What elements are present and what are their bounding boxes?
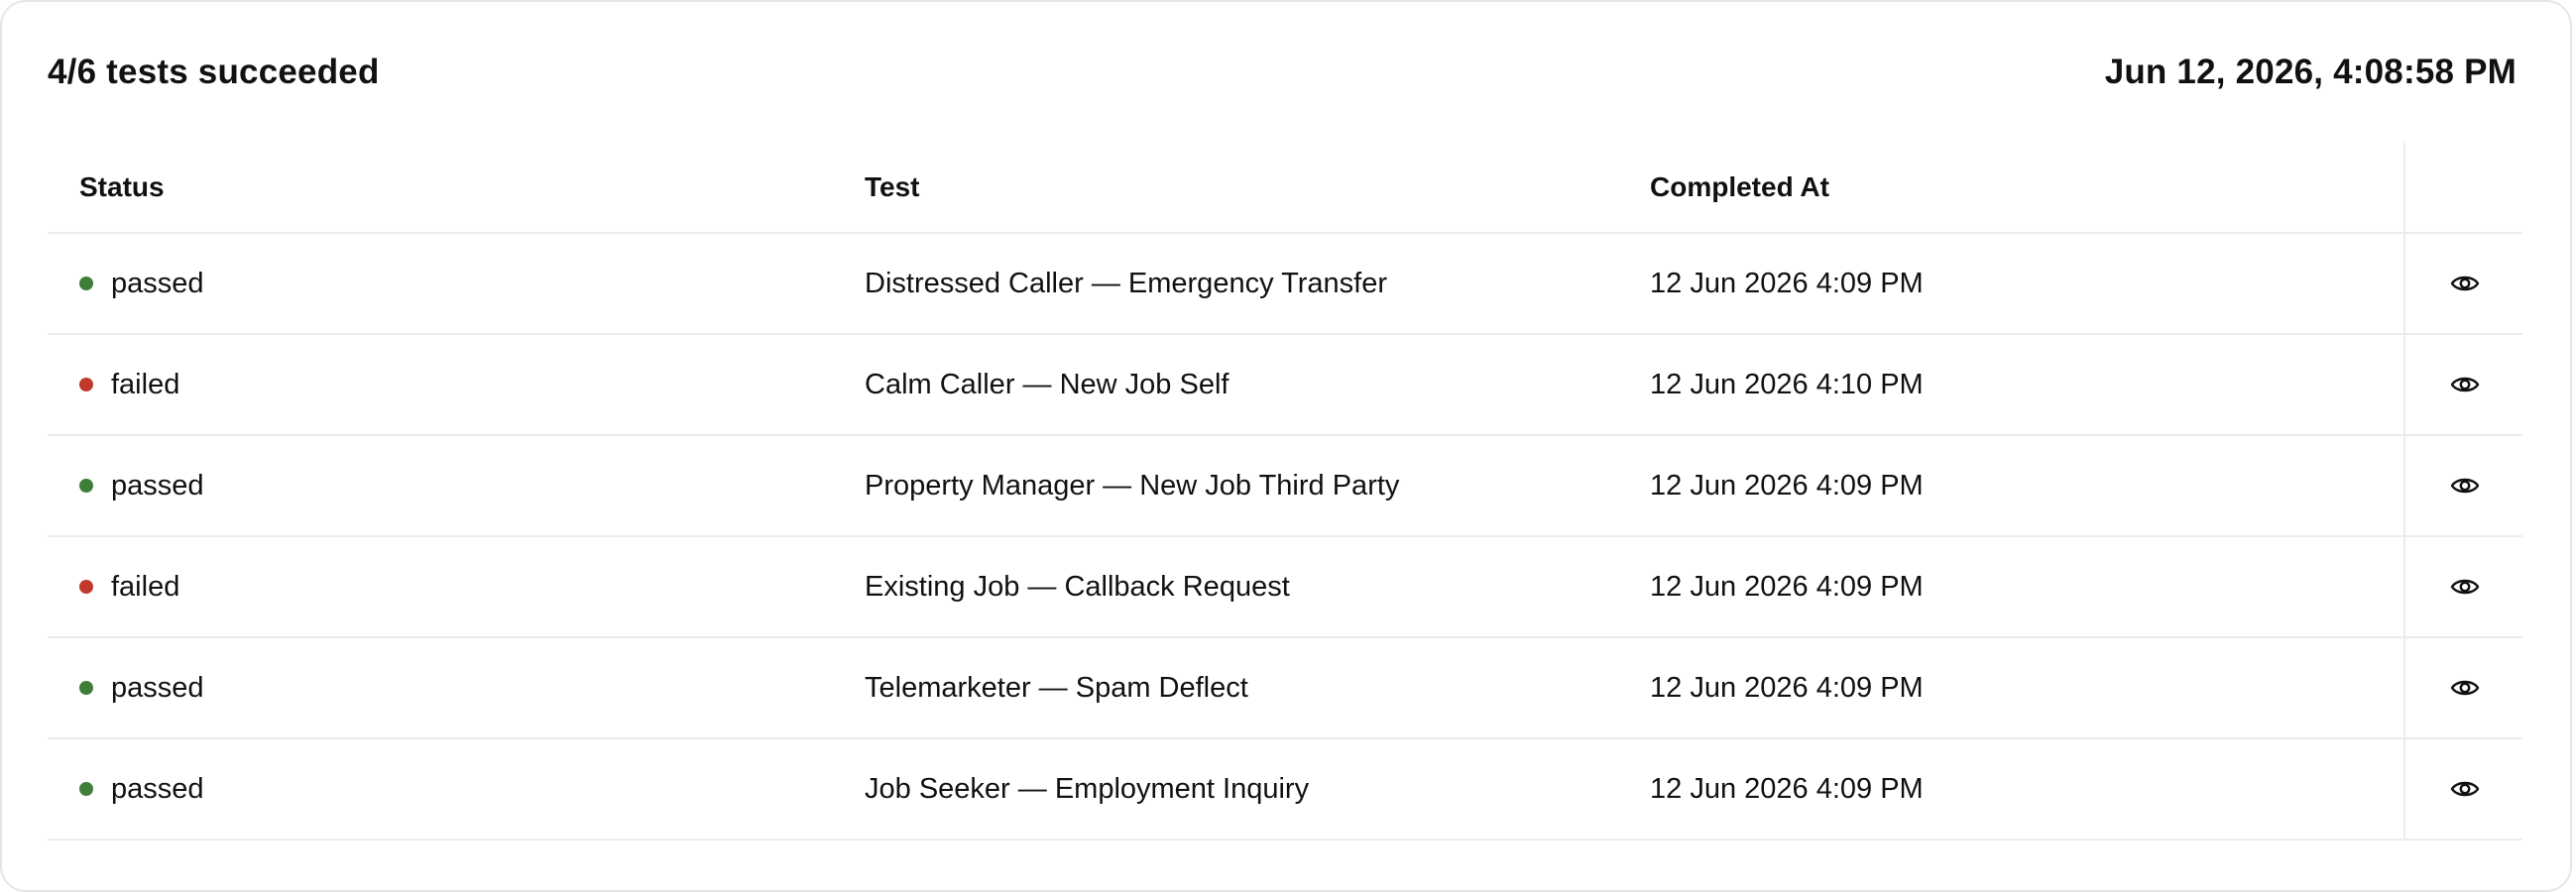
status-label: passed bbox=[111, 772, 204, 805]
completed-at: 12 Jun 2026 4:09 PM bbox=[1650, 570, 1924, 603]
eye-icon bbox=[2450, 677, 2480, 699]
table-row: failed Calm Caller — New Job Self 12 Jun 2… bbox=[48, 335, 2522, 436]
status-label: passed bbox=[111, 469, 204, 502]
status-cell: passed bbox=[79, 739, 204, 838]
test-name: Calm Caller — New Job Self bbox=[865, 368, 1229, 400]
test-name: Distressed Caller — Emergency Transfer bbox=[865, 267, 1387, 299]
test-name: Telemarketer — Spam Deflect bbox=[865, 671, 1248, 704]
completed-at: 12 Jun 2026 4:09 PM bbox=[1650, 772, 1924, 805]
eye-icon bbox=[2450, 374, 2480, 395]
completed-at: 12 Jun 2026 4:09 PM bbox=[1650, 267, 1924, 299]
actions-cell bbox=[2403, 234, 2524, 333]
status-dot-icon bbox=[79, 378, 93, 391]
eye-icon bbox=[2450, 273, 2480, 294]
table-row: failed Existing Job — Callback Request 12 … bbox=[48, 537, 2522, 638]
actions-cell bbox=[2403, 537, 2524, 636]
status-dot-icon bbox=[79, 580, 93, 594]
table-row: passed Distressed Caller — Emergency Tran… bbox=[48, 234, 2522, 335]
status-label: failed bbox=[111, 570, 180, 603]
table-row: passed Telemarketer — Spam Deflect 12 Jun … bbox=[48, 638, 2522, 739]
view-details-button[interactable] bbox=[2445, 567, 2485, 607]
table-row: passed Property Manager — New Job Third P… bbox=[48, 436, 2522, 537]
status-dot-icon bbox=[79, 479, 93, 493]
eye-icon bbox=[2450, 475, 2480, 497]
actions-cell bbox=[2403, 739, 2524, 838]
status-dot-icon bbox=[79, 782, 93, 796]
results-summary: 4/6 tests succeeded bbox=[48, 53, 380, 91]
test-results-card: 4/6 tests succeeded Jun 12, 2026, 4:08:5… bbox=[0, 0, 2572, 892]
status-label: passed bbox=[111, 267, 204, 299]
results-table: Status Test Completed At passed Distresse… bbox=[48, 143, 2522, 840]
actions-cell bbox=[2403, 436, 2524, 535]
view-details-button[interactable] bbox=[2445, 264, 2485, 303]
status-dot-icon bbox=[79, 681, 93, 695]
status-cell: failed bbox=[79, 537, 179, 636]
status-cell: passed bbox=[79, 638, 204, 737]
column-header-completed-at: Completed At bbox=[1650, 171, 1829, 202]
results-header: 4/6 tests succeeded Jun 12, 2026, 4:08:5… bbox=[48, 48, 2517, 97]
column-header-status: Status bbox=[79, 171, 165, 202]
run-timestamp: Jun 12, 2026, 4:08:58 PM bbox=[2104, 53, 2517, 91]
view-details-button[interactable] bbox=[2445, 365, 2485, 404]
table-header-row: Status Test Completed At bbox=[48, 143, 2522, 234]
completed-at: 12 Jun 2026 4:09 PM bbox=[1650, 469, 1924, 502]
status-label: passed bbox=[111, 671, 204, 704]
test-name: Existing Job — Callback Request bbox=[865, 570, 1290, 603]
view-details-button[interactable] bbox=[2445, 668, 2485, 708]
column-header-actions bbox=[2403, 143, 2524, 232]
completed-at: 12 Jun 2026 4:09 PM bbox=[1650, 671, 1924, 704]
view-details-button[interactable] bbox=[2445, 769, 2485, 809]
status-cell: passed bbox=[79, 234, 204, 333]
table-row: passed Job Seeker — Employment Inquiry 12 … bbox=[48, 739, 2522, 840]
eye-icon bbox=[2450, 576, 2480, 598]
actions-cell bbox=[2403, 335, 2524, 434]
eye-icon bbox=[2450, 778, 2480, 800]
column-header-test: Test bbox=[865, 171, 920, 202]
status-label: failed bbox=[111, 368, 180, 400]
view-details-button[interactable] bbox=[2445, 466, 2485, 505]
status-cell: passed bbox=[79, 436, 204, 535]
completed-at: 12 Jun 2026 4:10 PM bbox=[1650, 368, 1924, 400]
status-dot-icon bbox=[79, 277, 93, 290]
test-name: Property Manager — New Job Third Party bbox=[865, 469, 1400, 502]
actions-cell bbox=[2403, 638, 2524, 737]
table-body: passed Distressed Caller — Emergency Tran… bbox=[48, 234, 2522, 840]
status-cell: failed bbox=[79, 335, 179, 434]
test-name: Job Seeker — Employment Inquiry bbox=[865, 772, 1310, 805]
